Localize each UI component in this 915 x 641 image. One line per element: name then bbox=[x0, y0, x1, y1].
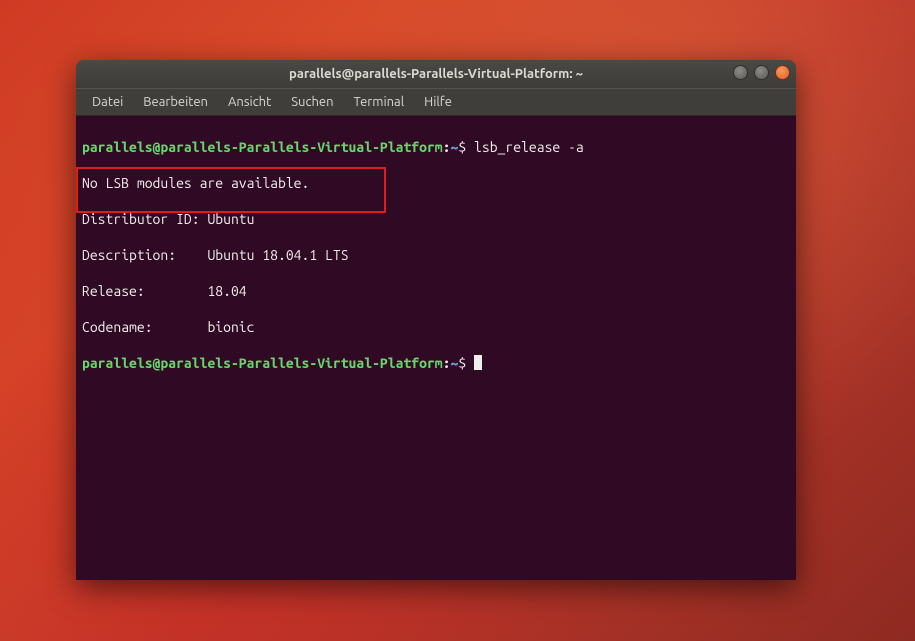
terminal-line: Release: 18.04 bbox=[82, 282, 790, 300]
menu-terminal[interactable]: Terminal bbox=[346, 93, 413, 111]
window-controls bbox=[733, 65, 790, 80]
close-button[interactable] bbox=[775, 65, 790, 80]
command-text: lsb_release -a bbox=[466, 139, 584, 155]
terminal-line: parallels@parallels-Parallels-Virtual-Pl… bbox=[82, 138, 790, 156]
terminal-line: No LSB modules are available. bbox=[82, 174, 790, 192]
terminal-line: parallels@parallels-Parallels-Virtual-Pl… bbox=[82, 354, 790, 372]
window-title: parallels@parallels-Parallels-Virtual-Pl… bbox=[289, 67, 583, 81]
menu-help[interactable]: Hilfe bbox=[416, 93, 460, 111]
minimize-button[interactable] bbox=[733, 65, 748, 80]
cursor-icon bbox=[474, 355, 482, 370]
desktop-background: parallels@parallels-Parallels-Virtual-Pl… bbox=[0, 0, 915, 641]
menu-search[interactable]: Suchen bbox=[283, 93, 341, 111]
menu-view[interactable]: Ansicht bbox=[220, 93, 279, 111]
terminal-window: parallels@parallels-Parallels-Virtual-Pl… bbox=[76, 60, 796, 580]
terminal-line: Description: Ubuntu 18.04.1 LTS bbox=[82, 246, 790, 264]
prompt-dollar: $ bbox=[458, 139, 466, 155]
maximize-button[interactable] bbox=[754, 65, 769, 80]
prompt-dollar: $ bbox=[458, 355, 466, 371]
terminal-line: Distributor ID: Ubuntu bbox=[82, 210, 790, 228]
terminal-line: Codename: bionic bbox=[82, 318, 790, 336]
prompt-userhost: parallels@parallels-Parallels-Virtual-Pl… bbox=[82, 139, 443, 155]
menu-file[interactable]: Datei bbox=[84, 93, 131, 111]
terminal-output-area[interactable]: parallels@parallels-Parallels-Virtual-Pl… bbox=[76, 116, 796, 580]
menu-edit[interactable]: Bearbeiten bbox=[135, 93, 216, 111]
menubar: Datei Bearbeiten Ansicht Suchen Terminal… bbox=[76, 88, 796, 116]
window-titlebar[interactable]: parallels@parallels-Parallels-Virtual-Pl… bbox=[76, 60, 796, 88]
prompt-userhost: parallels@parallels-Parallels-Virtual-Pl… bbox=[82, 355, 443, 371]
